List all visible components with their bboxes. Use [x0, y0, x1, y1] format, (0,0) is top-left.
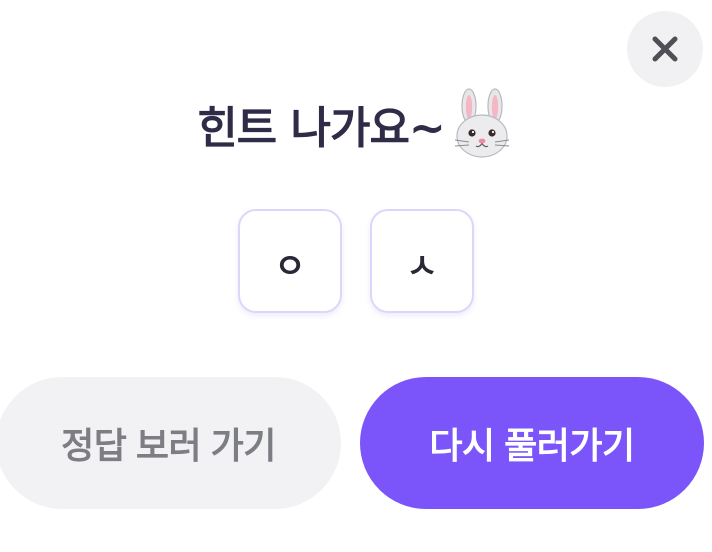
retry-button[interactable]: 다시 풀러가기 — [360, 377, 704, 509]
hint-tile-2: ㅅ — [370, 209, 474, 313]
hint-tiles: ㅇ ㅅ — [0, 209, 712, 315]
close-button[interactable] — [627, 11, 703, 87]
close-icon — [652, 36, 678, 62]
view-answer-button[interactable]: 정답 보러 가기 — [0, 377, 341, 509]
modal-title: 힌트 나가요~ — [197, 103, 446, 154]
hint-tile-1: ㅇ — [238, 209, 342, 313]
title-row: 힌트 나가요~ — [0, 84, 712, 164]
action-buttons: 정답 보러 가기 다시 풀러가기 — [0, 377, 712, 509]
rabbit-face-icon — [449, 88, 515, 160]
hint-modal: 힌트 나가요~ ㅇ ㅅ 정답 보러 가기 다시 풀러가기 — [0, 0, 712, 552]
